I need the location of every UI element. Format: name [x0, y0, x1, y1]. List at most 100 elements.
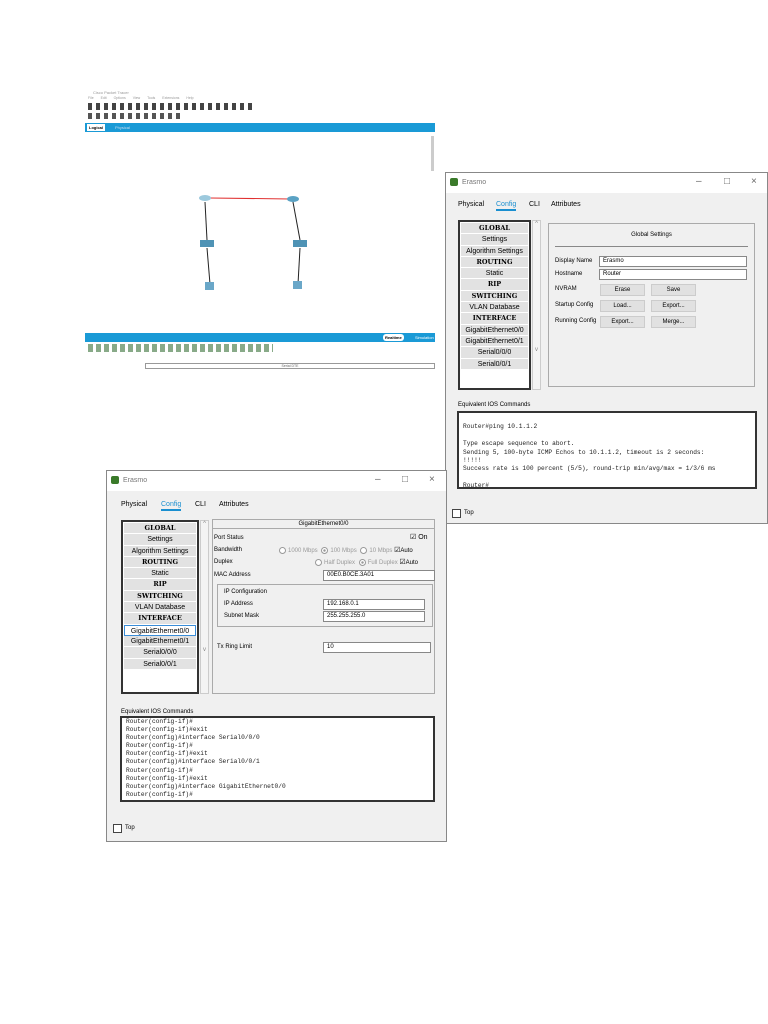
tab-attributes[interactable]: Attributes [551, 201, 581, 208]
hostname-label: Hostname [555, 271, 583, 277]
hostname-input[interactable]: Router [599, 269, 747, 280]
menu-bar: File Edit Options View Tools Extensions … [88, 96, 194, 100]
title-bar: Erasmo – □ × [446, 173, 767, 193]
nav-item-vlan-database[interactable]: VLAN Database [124, 602, 196, 614]
menu-help[interactable]: Help [186, 96, 193, 100]
merge-button[interactable]: Merge... [651, 316, 696, 328]
serial-link [209, 197, 291, 200]
ios-commands-console[interactable]: Router#ping 10.1.1.2 Type escape sequenc… [457, 411, 757, 489]
title-bar: Erasmo – □ × [107, 471, 446, 491]
running-export-button[interactable]: Export... [600, 316, 645, 328]
menu-options[interactable]: Options [114, 96, 126, 100]
menu-view[interactable]: View [133, 96, 141, 100]
bw-auto-label: Auto [400, 548, 413, 554]
nav-scrollbar[interactable]: ^ v [200, 520, 209, 694]
nav-item-serial0-0-1[interactable]: Serial0/0/1 [124, 658, 196, 670]
nav-item-serial0-0-1[interactable]: Serial0/0/1 [461, 358, 528, 370]
bw-10-label: 10 Mbps [369, 548, 393, 554]
eth-link-right-2 [297, 247, 301, 285]
running-config-label: Running Config [555, 318, 597, 324]
menu-extensions[interactable]: Extensions [162, 96, 179, 100]
full-duplex-radio[interactable] [358, 558, 366, 566]
nav-item-static[interactable]: Static [461, 268, 528, 280]
full-duplex-label: Full Duplex [367, 560, 398, 566]
main-toolbar[interactable] [88, 103, 253, 110]
tab-config[interactable]: Config [161, 501, 182, 511]
tab-logical[interactable]: Logical [87, 124, 106, 131]
device-window-interface: Erasmo – □ × Physical Config CLI Attribute… [106, 470, 447, 842]
device-window-global: Erasmo – □ × Physical Config CLI Attribute… [445, 172, 768, 524]
tx-ring-limit-label: Tx Ring Limit [217, 644, 253, 650]
pc-right-icon [293, 281, 302, 289]
bw-100-radio[interactable] [321, 546, 329, 554]
minimize-icon[interactable]: – [696, 176, 702, 187]
load-button[interactable]: Load... [600, 300, 645, 312]
realtime-button[interactable]: Realtime [383, 334, 404, 341]
display-name-input[interactable]: Erasmo [599, 256, 747, 267]
tab-cli[interactable]: CLI [529, 201, 540, 208]
bw-10-radio[interactable] [360, 546, 368, 554]
connection-label: Serial DTE [145, 363, 435, 369]
bw-1000-radio[interactable] [279, 546, 286, 554]
nav-item-algorithm-settings[interactable]: Algorithm Settings [124, 545, 196, 557]
ip-address-input[interactable]: 192.168.0.1 [323, 599, 425, 610]
nav-item-serial0-0-0[interactable]: Serial0/0/0 [461, 347, 528, 359]
erase-button[interactable]: Erase [600, 284, 645, 296]
app-logo-icon [111, 476, 119, 484]
nav-item-global: GLOBAL [461, 223, 528, 235]
menu-tools[interactable]: Tools [147, 96, 155, 100]
save-button[interactable]: Save [651, 284, 696, 296]
nav-item-settings[interactable]: Settings [124, 534, 196, 546]
tab-attributes[interactable]: Attributes [219, 501, 249, 508]
secondary-toolbar[interactable] [88, 113, 183, 119]
menu-edit[interactable]: Edit [101, 96, 107, 100]
tx-ring-limit-input[interactable]: 10 [323, 642, 431, 653]
switch-left-icon [200, 240, 214, 247]
on-label: On [418, 534, 428, 541]
ios-commands-label: Equivalent IOS Commands [121, 709, 194, 715]
app-title: Cisco Packet Tracer [93, 90, 129, 95]
tab-physical[interactable]: Physical [115, 125, 130, 130]
top-label: Top [464, 510, 474, 516]
maximize-icon[interactable]: □ [402, 474, 408, 485]
ios-commands-console[interactable]: Router(config-if)# Router(config-if)#exi… [120, 716, 435, 802]
tab-physical[interactable]: Physical [121, 501, 147, 508]
subnet-mask-input[interactable]: 255.255.255.0 [323, 611, 425, 622]
simulation-button[interactable]: Simulation [415, 335, 434, 340]
workspace-scrollbar[interactable] [431, 136, 434, 171]
nav-item-settings[interactable]: Settings [461, 234, 528, 246]
minimize-icon[interactable]: – [375, 474, 381, 485]
top-checkbox[interactable] [452, 509, 461, 518]
eth-link-right-1 [292, 201, 301, 241]
nav-item-gigabitethernet0-1[interactable]: GigabitEthernet0/1 [124, 635, 196, 648]
nav-item-gigabitethernet0-0[interactable]: GigabitEthernet0/0 [461, 324, 528, 336]
nav-item-global: GLOBAL [124, 523, 196, 535]
nav-item-interface: INTERFACE [461, 313, 528, 325]
subnet-mask-label: Subnet Mask [224, 613, 260, 619]
nav-item-vlan-database[interactable]: VLAN Database [461, 302, 528, 314]
close-icon[interactable]: × [751, 176, 757, 187]
tab-config[interactable]: Config [496, 201, 517, 211]
top-checkbox[interactable] [113, 824, 122, 833]
bw-1000-label: 1000 Mbps [288, 548, 318, 554]
nav-item-static[interactable]: Static [124, 568, 196, 580]
close-icon[interactable]: × [429, 474, 435, 485]
panel-title: GigabitEthernet0/0 [213, 521, 434, 529]
nav-item-switching: SWITCHING [461, 290, 528, 303]
topology-canvas[interactable] [85, 132, 435, 332]
nav-item-serial0-0-0[interactable]: Serial0/0/0 [124, 647, 196, 659]
nav-item-gigabitethernet0-0[interactable]: GigabitEthernet0/0 [124, 624, 196, 636]
nav-item-algorithm-settings[interactable]: Algorithm Settings [461, 245, 528, 257]
mac-input[interactable]: 00E0.B0CE.3A01 [323, 570, 435, 581]
device-palette[interactable] [88, 344, 273, 352]
bw-100-label: 100 Mbps [330, 548, 357, 554]
maximize-icon[interactable]: □ [724, 176, 730, 187]
nav-scrollbar[interactable]: ^ v [532, 220, 541, 390]
startup-export-button[interactable]: Export... [651, 300, 696, 312]
port-on-checkbox[interactable]: ☑ On [410, 533, 428, 541]
menu-file[interactable]: File [88, 96, 94, 100]
tab-cli[interactable]: CLI [195, 501, 206, 508]
nav-item-gigabitethernet0-1[interactable]: GigabitEthernet0/1 [461, 335, 528, 348]
tab-physical[interactable]: Physical [458, 201, 484, 208]
half-duplex-radio[interactable] [315, 558, 322, 566]
